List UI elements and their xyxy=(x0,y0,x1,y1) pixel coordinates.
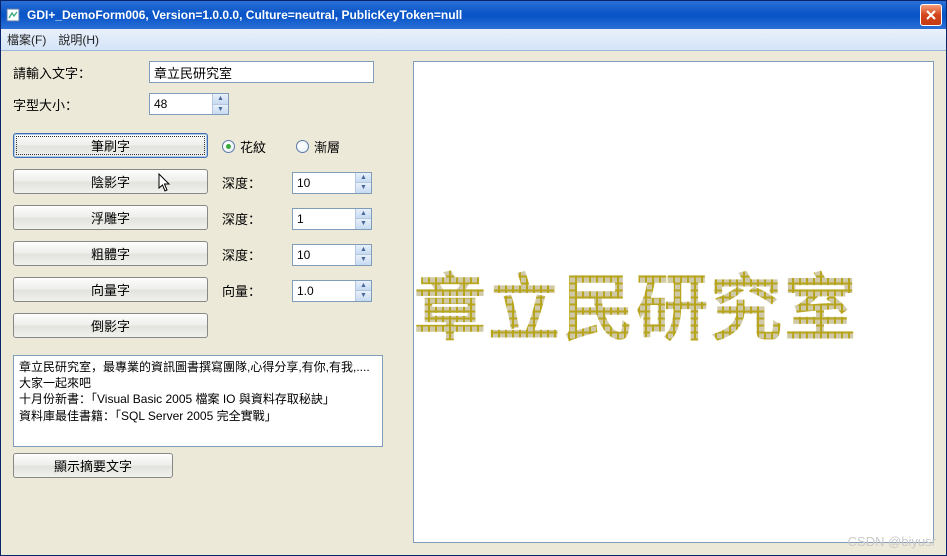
font-size-input[interactable] xyxy=(150,94,212,114)
label-bold-depth: 深度： xyxy=(222,245,272,264)
menu-file[interactable]: 檔案(F) xyxy=(7,31,46,48)
spinner-buttons[interactable]: ▲▼ xyxy=(355,209,371,229)
shadow-depth-spinner[interactable]: ▲▼ xyxy=(292,172,372,194)
param-column: 花紋 漸層 深度： ▲▼ xyxy=(222,133,372,314)
radio-gradient[interactable]: 漸層 xyxy=(296,137,340,156)
vector-input[interactable] xyxy=(293,281,355,301)
spinner-down-icon[interactable]: ▼ xyxy=(213,105,228,115)
vector-value-row: 向量： ▲▼ xyxy=(222,278,372,303)
canvas-rendered-text: 章立民研究室 xyxy=(414,250,858,355)
row-font-size: 字型大小： ▲▼ xyxy=(13,93,403,115)
brush-style-radios: 花紋 漸層 xyxy=(222,134,372,159)
radio-pattern-label: 花紋 xyxy=(240,137,266,156)
vector-text-button[interactable]: 向量字 xyxy=(13,277,208,302)
label-input-text: 請輸入文字： xyxy=(13,63,143,82)
left-panel: 請輸入文字： 字型大小： ▲▼ 筆刷字 陰影字 浮雕字 粗體字 向量字 倒影字 xyxy=(13,61,403,543)
window-title: GDI+_DemoForm006, Version=1.0.0.0, Cultu… xyxy=(27,8,920,22)
radio-gradient-label: 漸層 xyxy=(314,137,340,156)
mirror-text-button[interactable]: 倒影字 xyxy=(13,313,208,338)
bold-text-button[interactable]: 粗體字 xyxy=(13,241,208,266)
emboss-text-button[interactable]: 浮雕字 xyxy=(13,205,208,230)
spinner-down-icon[interactable]: ▼ xyxy=(356,291,371,301)
vector-spinner[interactable]: ▲▼ xyxy=(292,280,372,302)
app-icon xyxy=(5,7,21,23)
spinner-buttons[interactable]: ▲▼ xyxy=(355,281,371,301)
app-window: GDI+_DemoForm006, Version=1.0.0.0, Cultu… xyxy=(0,0,947,556)
brush-text-button[interactable]: 筆刷字 xyxy=(13,133,208,158)
emboss-depth-input[interactable] xyxy=(293,209,355,229)
radio-pattern[interactable]: 花紋 xyxy=(222,137,266,156)
radio-dot-icon xyxy=(296,140,309,153)
text-input[interactable] xyxy=(149,61,374,83)
bold-depth-spinner[interactable]: ▲▼ xyxy=(292,244,372,266)
spinner-down-icon[interactable]: ▼ xyxy=(356,255,371,265)
spinner-buttons[interactable]: ▲▼ xyxy=(355,173,371,193)
bold-depth-input[interactable] xyxy=(293,245,355,265)
label-vector: 向量： xyxy=(222,281,272,300)
label-shadow-depth: 深度： xyxy=(222,173,272,192)
menubar: 檔案(F) 說明(H) xyxy=(1,29,946,51)
button-column: 筆刷字 陰影字 浮雕字 粗體字 向量字 倒影字 xyxy=(13,133,208,349)
spinner-down-icon[interactable]: ▼ xyxy=(356,183,371,193)
row-input-text: 請輸入文字： xyxy=(13,61,403,83)
spinner-up-icon[interactable]: ▲ xyxy=(213,94,228,105)
titlebar: GDI+_DemoForm006, Version=1.0.0.0, Cultu… xyxy=(1,1,946,29)
emboss-depth-spinner[interactable]: ▲▼ xyxy=(292,208,372,230)
shadow-depth-row: 深度： ▲▼ xyxy=(222,170,372,195)
label-emboss-depth: 深度： xyxy=(222,209,272,228)
font-size-spinner[interactable]: ▲▼ xyxy=(149,93,229,115)
close-button[interactable] xyxy=(920,4,942,26)
client-area: 請輸入文字： 字型大小： ▲▼ 筆刷字 陰影字 浮雕字 粗體字 向量字 倒影字 xyxy=(1,51,946,555)
shadow-text-button[interactable]: 陰影字 xyxy=(13,169,208,194)
spinner-up-icon[interactable]: ▲ xyxy=(356,281,371,292)
show-summary-button[interactable]: 顯示摘要文字 xyxy=(13,453,173,478)
shadow-depth-input[interactable] xyxy=(293,173,355,193)
label-font-size: 字型大小： xyxy=(13,95,143,114)
spinner-down-icon[interactable]: ▼ xyxy=(356,219,371,229)
summary-textbox[interactable]: 章立民研究室，最專業的資訊圖書撰寫團隊,心得分享,有你,有我,....大家一起來… xyxy=(13,355,383,447)
button-grid: 筆刷字 陰影字 浮雕字 粗體字 向量字 倒影字 花紋 xyxy=(13,133,403,349)
preview-canvas: 章立民研究室 xyxy=(413,61,934,543)
spinner-up-icon[interactable]: ▲ xyxy=(356,245,371,256)
spinner-up-icon[interactable]: ▲ xyxy=(356,173,371,184)
bold-depth-row: 深度： ▲▼ xyxy=(222,242,372,267)
emboss-depth-row: 深度： ▲▼ xyxy=(222,206,372,231)
spinner-buttons[interactable]: ▲▼ xyxy=(355,245,371,265)
radio-dot-icon xyxy=(222,140,235,153)
spinner-up-icon[interactable]: ▲ xyxy=(356,209,371,220)
menu-help[interactable]: 說明(H) xyxy=(58,31,99,48)
font-size-spin-buttons[interactable]: ▲▼ xyxy=(212,94,228,114)
